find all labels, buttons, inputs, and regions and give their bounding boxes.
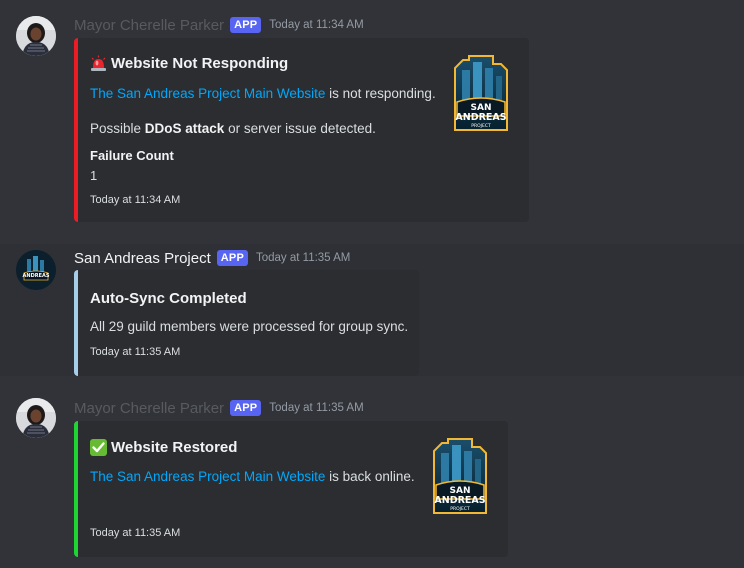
avatar-logo-text: ANDREAS	[23, 273, 50, 279]
ddos-suffix: or server issue detected.	[224, 121, 376, 136]
message-1: Mayor Cherelle Parker APP Today at 11:34…	[0, 0, 744, 240]
message-timestamp[interactable]: Today at 11:35 AM	[269, 402, 363, 414]
author-name[interactable]: San Andreas Project	[74, 250, 211, 267]
app-badge: APP	[216, 250, 248, 266]
embed-title-text: Website Not Responding	[111, 55, 289, 72]
app-badge: APP	[230, 17, 262, 33]
san-andreas-logo-thumbnail[interactable]: SAN ANDREAS PROJECT	[449, 54, 513, 134]
embed-line-status: The San Andreas Project Main Website is …	[90, 86, 436, 101]
app-badge: APP	[230, 400, 262, 416]
message-timestamp[interactable]: Today at 11:35 AM	[256, 252, 350, 264]
logo-text-project: PROJECT	[450, 506, 470, 512]
message-3: Mayor Cherelle Parker APP Today at 11:35…	[0, 380, 744, 568]
ddos-prefix: Possible	[90, 121, 145, 136]
san-andreas-logo-thumbnail[interactable]: SAN ANDREAS PROJECT	[428, 437, 492, 517]
status-suffix: is not responding.	[325, 86, 436, 101]
embed-title-text: Website Restored	[111, 439, 238, 456]
status-suffix: is back online.	[325, 469, 415, 484]
field-value-failure-count: 1	[90, 168, 98, 183]
website-link[interactable]: The San Andreas Project Main Website	[90, 86, 325, 101]
ddos-bold: DDoS attack	[144, 121, 225, 136]
author-avatar[interactable]: ANDREAS	[16, 250, 56, 290]
embed-line-status: The San Andreas Project Main Website is …	[90, 469, 415, 484]
message-2: ANDREAS San Andreas Project APP Today at…	[0, 244, 744, 376]
message-header: San Andreas Project APP Today at 11:35 A…	[74, 248, 350, 268]
website-link[interactable]: The San Andreas Project Main Website	[90, 469, 325, 484]
embed-title-text: Auto-Sync Completed	[90, 290, 247, 307]
message-header: Mayor Cherelle Parker APP Today at 11:34…	[74, 15, 364, 35]
logo-text-andreas: ANDREAS	[434, 495, 485, 506]
author-avatar[interactable]	[16, 398, 56, 438]
field-name-failure-count: Failure Count	[90, 148, 174, 163]
embed-title: Website Restored	[90, 439, 237, 456]
embed-auto-sync: Auto-Sync Completed All 29 guild members…	[74, 270, 419, 376]
author-name[interactable]: Mayor Cherelle Parker	[74, 400, 224, 417]
check-mark-icon	[90, 439, 107, 456]
embed-title: Website Not Responding	[90, 55, 288, 72]
siren-icon	[90, 55, 107, 72]
message-timestamp[interactable]: Today at 11:34 AM	[269, 19, 363, 31]
embed-description: All 29 guild members were processed for …	[90, 319, 409, 334]
embed-website-restored: Website Restored The San Andreas Project…	[74, 421, 508, 557]
author-name[interactable]: Mayor Cherelle Parker	[74, 17, 224, 34]
embed-website-down: Website Not Responding The San Andreas P…	[74, 38, 529, 222]
embed-footer-timestamp: Today at 11:35 AM	[90, 346, 181, 358]
embed-footer-timestamp: Today at 11:35 AM	[90, 527, 181, 539]
embed-line-ddos: Possible DDoS attack or server issue det…	[90, 121, 376, 136]
message-header: Mayor Cherelle Parker APP Today at 11:35…	[74, 398, 364, 418]
logo-text-andreas: ANDREAS	[455, 112, 506, 123]
embed-title: Auto-Sync Completed	[90, 290, 247, 307]
author-avatar[interactable]	[16, 16, 56, 56]
embed-footer-timestamp: Today at 11:34 AM	[90, 194, 181, 206]
logo-text-project: PROJECT	[471, 123, 491, 129]
